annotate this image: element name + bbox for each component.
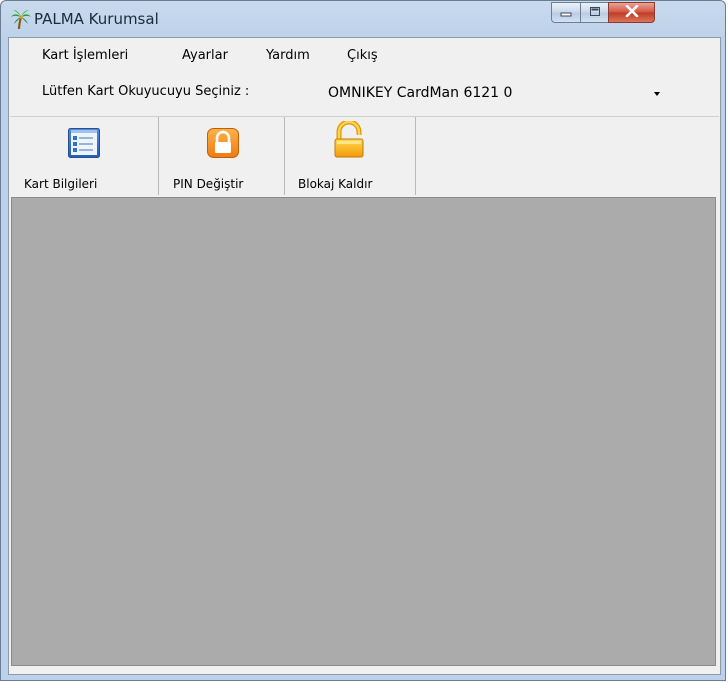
card-info-icon xyxy=(67,127,101,162)
toolbar: Kart Bilgileri PIN Değiştir Blokaj Kaldı… xyxy=(10,116,719,197)
lock-closed-icon xyxy=(206,127,240,162)
kart-bilgileri-label: Kart Bilgileri xyxy=(24,177,98,191)
chevron-down-icon[interactable] xyxy=(654,92,660,96)
kart-bilgileri-button[interactable]: Kart Bilgileri xyxy=(10,117,159,195)
blokaj-kaldir-label: Blokaj Kaldır xyxy=(298,177,373,191)
close-button[interactable] xyxy=(608,2,655,23)
menu-ayarlar[interactable]: Ayarlar xyxy=(182,48,228,63)
card-reader-value: OMNIKEY CardMan 6121 0 xyxy=(328,85,513,101)
card-reader-dropdown[interactable]: OMNIKEY CardMan 6121 0 xyxy=(318,82,667,107)
reader-label: Lütfen Kart Okuyucuyu Seçiniz : xyxy=(42,84,250,99)
minimize-button[interactable] xyxy=(551,2,581,23)
blokaj-kaldir-button[interactable]: Blokaj Kaldır xyxy=(286,117,416,195)
app-window: PALMA Kurumsal Kart İşlemleri Ayarlar Ya… xyxy=(0,0,726,681)
menu-yardim[interactable]: Yardım xyxy=(266,48,310,63)
palm-tree-icon xyxy=(10,8,32,30)
reader-row: Lütfen Kart Okuyucuyu Seçiniz : OMNIKEY … xyxy=(9,82,720,108)
caption-buttons xyxy=(551,2,655,24)
lock-open-icon xyxy=(331,119,367,162)
pin-degistir-button[interactable]: PIN Değiştir xyxy=(160,117,285,195)
menu-bar: Kart İşlemleri Ayarlar Yardım Çıkış xyxy=(9,38,720,68)
title-bar[interactable]: PALMA Kurumsal xyxy=(1,1,725,37)
close-icon xyxy=(625,4,639,20)
maximize-button[interactable] xyxy=(580,2,609,23)
pin-degistir-label: PIN Değiştir xyxy=(173,177,244,191)
content-area xyxy=(11,197,716,666)
minimize-icon xyxy=(560,6,572,20)
menu-cikis[interactable]: Çıkış xyxy=(347,48,378,63)
client-area: Kart İşlemleri Ayarlar Yardım Çıkış Lütf… xyxy=(8,37,721,675)
window-title: PALMA Kurumsal xyxy=(34,10,159,28)
menu-kart-islemleri[interactable]: Kart İşlemleri xyxy=(42,48,128,63)
maximize-icon xyxy=(589,6,601,20)
